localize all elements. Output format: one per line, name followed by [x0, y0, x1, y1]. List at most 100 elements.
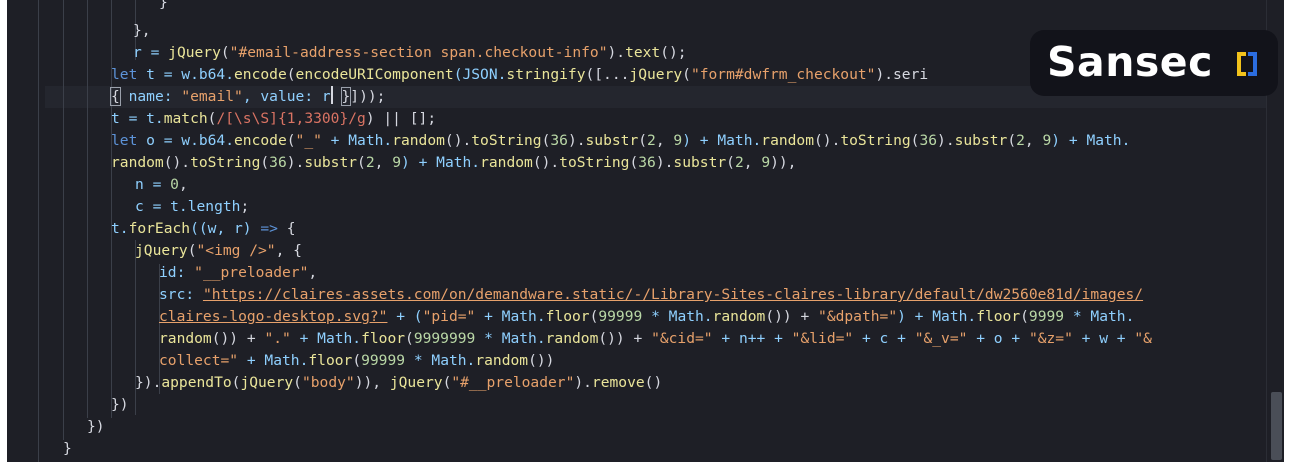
code-token: encode — [234, 132, 287, 149]
code-token: floor — [976, 308, 1021, 325]
code-token: ) + Math. — [682, 132, 762, 149]
code-token: ) + Math. — [897, 308, 977, 325]
code-token: ( — [405, 330, 414, 347]
code-token: ). — [567, 132, 586, 149]
code-line: t.forEach((w, r) => { — [111, 218, 296, 240]
code-token: 2 — [647, 132, 656, 149]
code-token: substr — [954, 132, 1008, 149]
code-token: ( — [220, 44, 230, 61]
code-token: id: — [159, 264, 195, 281]
code-token: * Math. — [1064, 308, 1135, 325]
code-token: substr — [585, 132, 639, 149]
code-token: ([... — [585, 66, 630, 83]
code-token: "__preloader" — [194, 264, 309, 281]
code-token: 9 — [392, 154, 402, 171]
code-token: * Math. — [642, 308, 713, 325]
code-token: (JSON. — [453, 66, 507, 83]
code-token: toString — [190, 154, 261, 171]
code-token: 36 — [638, 154, 656, 171]
code-line: }, — [133, 20, 151, 42]
code-token: r = — [133, 44, 169, 61]
code-token: appendTo — [161, 374, 232, 391]
code-token: random — [480, 154, 533, 171]
code-token: substr — [304, 154, 358, 171]
code-line: id: "__preloader", — [159, 262, 317, 284]
code-token: ()) — [528, 352, 555, 369]
code-token: 0 — [170, 176, 179, 193]
code-token: )), — [354, 374, 390, 391]
url-link[interactable]: claires-logo-desktop.svg?" — [159, 308, 387, 325]
code-token: ( — [260, 154, 270, 171]
code-token: (). — [163, 154, 191, 171]
code-token: ). — [937, 132, 955, 149]
code-token: collect=" — [159, 352, 239, 369]
code-token: , — [178, 176, 188, 193]
code-token: src: — [159, 286, 203, 303]
regex-literal: /[\s\S]{1,3300}/g — [216, 110, 366, 127]
code-token: 9 — [1042, 132, 1052, 149]
code-token: 36 — [269, 154, 287, 171]
scrollbar-thumb[interactable] — [1271, 392, 1282, 460]
code-token: ()) + — [598, 330, 652, 347]
bracket-match-highlight: } — [340, 87, 352, 106]
code-token: "pid=" — [422, 308, 476, 325]
code-token: "." — [264, 330, 291, 347]
code-line: n = 0, — [135, 174, 188, 196]
code-token: "&_v=" — [914, 330, 968, 347]
code-token: ()) + — [765, 308, 819, 325]
code-token: 9 — [761, 154, 771, 171]
code-line: r = jQuery("#email-address-section span.… — [133, 42, 687, 64]
code-token: * Math. — [405, 352, 476, 369]
code-token: floor — [308, 352, 353, 369]
code-token: 36 — [550, 132, 568, 149]
code-token: c = t. — [135, 198, 188, 215]
code-token: , — [1024, 132, 1043, 149]
code-token: ). — [655, 154, 674, 171]
code-token: ( — [286, 132, 296, 149]
code-token: ( — [629, 154, 639, 171]
code-token: substr — [673, 154, 727, 171]
code-token: jQuery — [389, 374, 443, 391]
code-token: , — [308, 264, 318, 281]
code-token: "<img />" — [196, 242, 276, 259]
code-token: }). — [135, 374, 162, 391]
code-token: encode — [234, 66, 287, 83]
code-token: stringify — [506, 66, 586, 83]
code-token: ).seri — [875, 66, 929, 83]
code-token: } — [159, 0, 168, 11]
sansec-watermark: Sansec — [1030, 30, 1278, 96]
code-token: + Math. — [290, 330, 362, 347]
code-token: random — [545, 330, 599, 347]
code-line: jQuery("<img />", { — [135, 240, 302, 262]
code-token: "email" — [181, 88, 243, 105]
code-token: }) — [111, 396, 129, 413]
screenshot-frame: } }, r = jQuery("#email-address-section … — [0, 0, 1295, 462]
code-token: , — [374, 154, 393, 171]
code-token: ( — [293, 374, 302, 391]
code-editor[interactable]: } }, r = jQuery("#email-address-section … — [7, 0, 1284, 462]
code-token: "&cid=" — [651, 330, 713, 347]
code-token: length — [187, 198, 241, 215]
code-token: )), — [770, 154, 797, 171]
code-token: text — [625, 44, 661, 61]
code-token: (). — [444, 132, 472, 149]
code-token: 99999 — [361, 352, 406, 369]
code-token: random — [392, 132, 445, 149]
url-link[interactable]: "https://claires-assets.com/on/demandwar… — [203, 286, 1143, 303]
code-token: floor — [361, 330, 406, 347]
code-token: ( — [357, 154, 366, 171]
code-token: "&lid=" — [791, 330, 854, 347]
code-token: }, — [133, 22, 151, 39]
code-line: random().toString(36).substr(2, 9) + Mat… — [111, 152, 796, 174]
code-token: ( — [286, 66, 296, 83]
code-token: ; — [240, 198, 250, 215]
code-token: 99999 — [598, 308, 643, 325]
bracket-match-highlight: { — [110, 87, 121, 106]
code-token: "#__preloader" — [451, 374, 575, 391]
code-token: + Math. — [475, 308, 546, 325]
code-token: "form#dwfrm_checkout" — [690, 66, 876, 83]
code-token: "_" — [295, 132, 322, 149]
code-token: random — [761, 132, 814, 149]
code-token: } — [63, 440, 72, 457]
